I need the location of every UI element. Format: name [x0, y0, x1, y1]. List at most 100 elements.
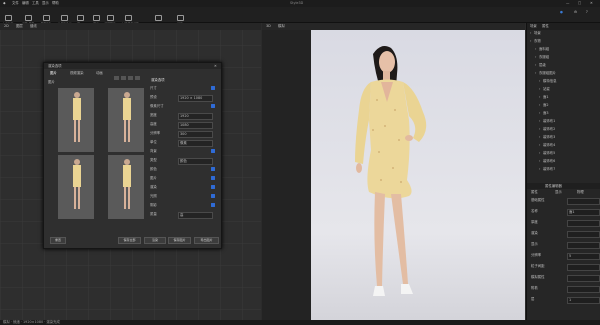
thumbnail-back[interactable] [58, 155, 94, 219]
dialog-close-icon[interactable]: ✕ [214, 64, 217, 68]
tree-item[interactable]: › 场景 [527, 31, 600, 37]
setting-checkbox[interactable] [211, 203, 215, 207]
tree-item[interactable]: › 装饰布3 [527, 135, 600, 141]
chevron-right-icon[interactable]: › [539, 135, 540, 139]
chevron-right-icon[interactable]: › [539, 159, 540, 163]
property-value[interactable] [567, 231, 600, 238]
tree-item[interactable]: › 面3 [527, 111, 600, 117]
chevron-right-icon[interactable]: › [539, 103, 540, 107]
thumbnail-three-quarter[interactable] [108, 155, 144, 219]
setting-value[interactable]: 300 [178, 130, 213, 138]
tab-layers[interactable]: 图层 [16, 24, 23, 28]
export-image-button[interactable]: 导出图片 [194, 237, 219, 244]
reset-button[interactable]: 重置 [50, 237, 66, 244]
tree-item[interactable]: › 衣物 [527, 39, 600, 45]
tab-prop-attr[interactable]: 属性 [531, 190, 538, 194]
chevron-right-icon[interactable]: › [539, 127, 540, 131]
menu-help[interactable]: 帮助 [52, 1, 59, 5]
setting-checkbox[interactable] [211, 176, 215, 180]
setting-value[interactable]: 1920 × 1080 [178, 94, 213, 102]
tree-item[interactable]: › 面料组 [527, 47, 600, 53]
setting-checkbox[interactable] [211, 194, 215, 198]
setting-value[interactable]: 颜色 [178, 157, 213, 165]
render-button[interactable]: 渲染 [144, 237, 166, 244]
tab-seams[interactable]: 缝线 [30, 24, 37, 28]
chevron-right-icon[interactable]: › [530, 31, 531, 35]
property-value[interactable]: 5 [567, 253, 600, 260]
setting-checkbox[interactable] [211, 167, 215, 171]
thumbnail-side[interactable] [108, 88, 144, 152]
tab-simulate[interactable]: 模拟 [278, 24, 285, 28]
menu-file[interactable]: 文件 [12, 1, 19, 5]
tab-prop-display[interactable]: 显示 [555, 190, 562, 194]
chevron-right-icon[interactable]: › [535, 47, 536, 51]
tree-item[interactable]: › 面2 [527, 103, 600, 109]
chevron-right-icon[interactable]: › [530, 39, 531, 43]
minimize-icon[interactable]: — [566, 1, 569, 5]
menu-view[interactable]: 显示 [42, 1, 49, 5]
dialog-tab-image[interactable]: 图片 [50, 71, 57, 75]
view-all-icon[interactable] [135, 76, 140, 80]
render-stage[interactable] [311, 30, 525, 320]
property-value[interactable] [567, 242, 600, 249]
maximize-icon[interactable]: □ [578, 1, 581, 5]
property-value[interactable] [567, 198, 600, 205]
tree-item[interactable]: › 面1 [527, 95, 600, 101]
view-front-icon[interactable] [114, 76, 119, 80]
property-value[interactable]: 面1 [567, 209, 600, 216]
chevron-right-icon[interactable]: › [539, 79, 540, 83]
chevron-right-icon[interactable]: › [535, 55, 536, 59]
setting-checkbox[interactable] [211, 185, 215, 189]
save-all-button[interactable]: 保存全部 [118, 237, 141, 244]
tree-item[interactable]: › 衣服组图片 [527, 71, 600, 77]
setting-value[interactable]: 高 [178, 211, 213, 219]
tree-item[interactable]: › 模特信息 [527, 79, 600, 85]
property-value[interactable] [567, 275, 600, 282]
account-icon[interactable]: ● [560, 10, 563, 14]
dialog-tab-animation[interactable]: 动画 [96, 71, 103, 75]
menu-edit[interactable]: 编辑 [22, 1, 29, 5]
chevron-right-icon[interactable]: › [539, 167, 540, 171]
dialog-tab-video[interactable]: 视频渲染 [70, 71, 84, 75]
setting-checkbox[interactable] [211, 86, 215, 90]
chevron-right-icon[interactable]: › [539, 87, 540, 91]
view-side-icon[interactable] [121, 76, 126, 80]
help-icon[interactable]: ? [586, 10, 588, 14]
tab-3d[interactable]: 3D [266, 24, 271, 28]
thumbnail-front[interactable] [58, 88, 94, 152]
tree-item[interactable]: › 衣服组 [527, 55, 600, 61]
property-value[interactable] [567, 286, 600, 293]
close-icon[interactable]: ✕ [590, 1, 593, 5]
tree-item[interactable]: › 装饰布6 [527, 159, 600, 165]
tree-item[interactable]: › 装饰布5 [527, 151, 600, 157]
tree-item[interactable]: › 装饰布1 [527, 119, 600, 125]
property-value[interactable] [567, 220, 600, 227]
tab-properties[interactable]: 属性 [542, 24, 549, 28]
tab-prop-physics[interactable]: 物理 [577, 190, 584, 194]
tab-2d[interactable]: 2D [4, 24, 9, 28]
settings-icon[interactable]: ⚙ [574, 10, 577, 14]
chevron-right-icon[interactable]: › [535, 63, 536, 67]
tree-item[interactable]: › 装饰布4 [527, 143, 600, 149]
chevron-right-icon[interactable]: › [539, 111, 540, 115]
setting-value[interactable]: 像素 [178, 139, 213, 147]
menu-tools[interactable]: 工具 [32, 1, 39, 5]
property-value[interactable] [567, 264, 600, 271]
view-back-icon[interactable] [128, 76, 133, 80]
property-value[interactable]: 1 [567, 297, 600, 304]
setting-value[interactable]: 1920 [178, 112, 213, 120]
tree-item[interactable]: › 装饰布7 [527, 167, 600, 173]
chevron-right-icon[interactable]: › [539, 95, 540, 99]
save-image-button[interactable]: 保存图片 [168, 237, 191, 244]
chevron-right-icon[interactable]: › [539, 143, 540, 147]
tab-scene[interactable]: 场景 [530, 24, 537, 28]
tree-item[interactable]: › 站姿 [527, 87, 600, 93]
chevron-right-icon[interactable]: › [539, 151, 540, 155]
chevron-right-icon[interactable]: › [539, 119, 540, 123]
setting-checkbox[interactable] [211, 149, 215, 153]
setting-checkbox[interactable] [211, 104, 215, 108]
setting-value[interactable]: 1080 [178, 121, 213, 129]
tree-item[interactable]: › 层级 [527, 63, 600, 69]
chevron-right-icon[interactable]: › [535, 71, 536, 75]
tree-item[interactable]: › 装饰布2 [527, 127, 600, 133]
